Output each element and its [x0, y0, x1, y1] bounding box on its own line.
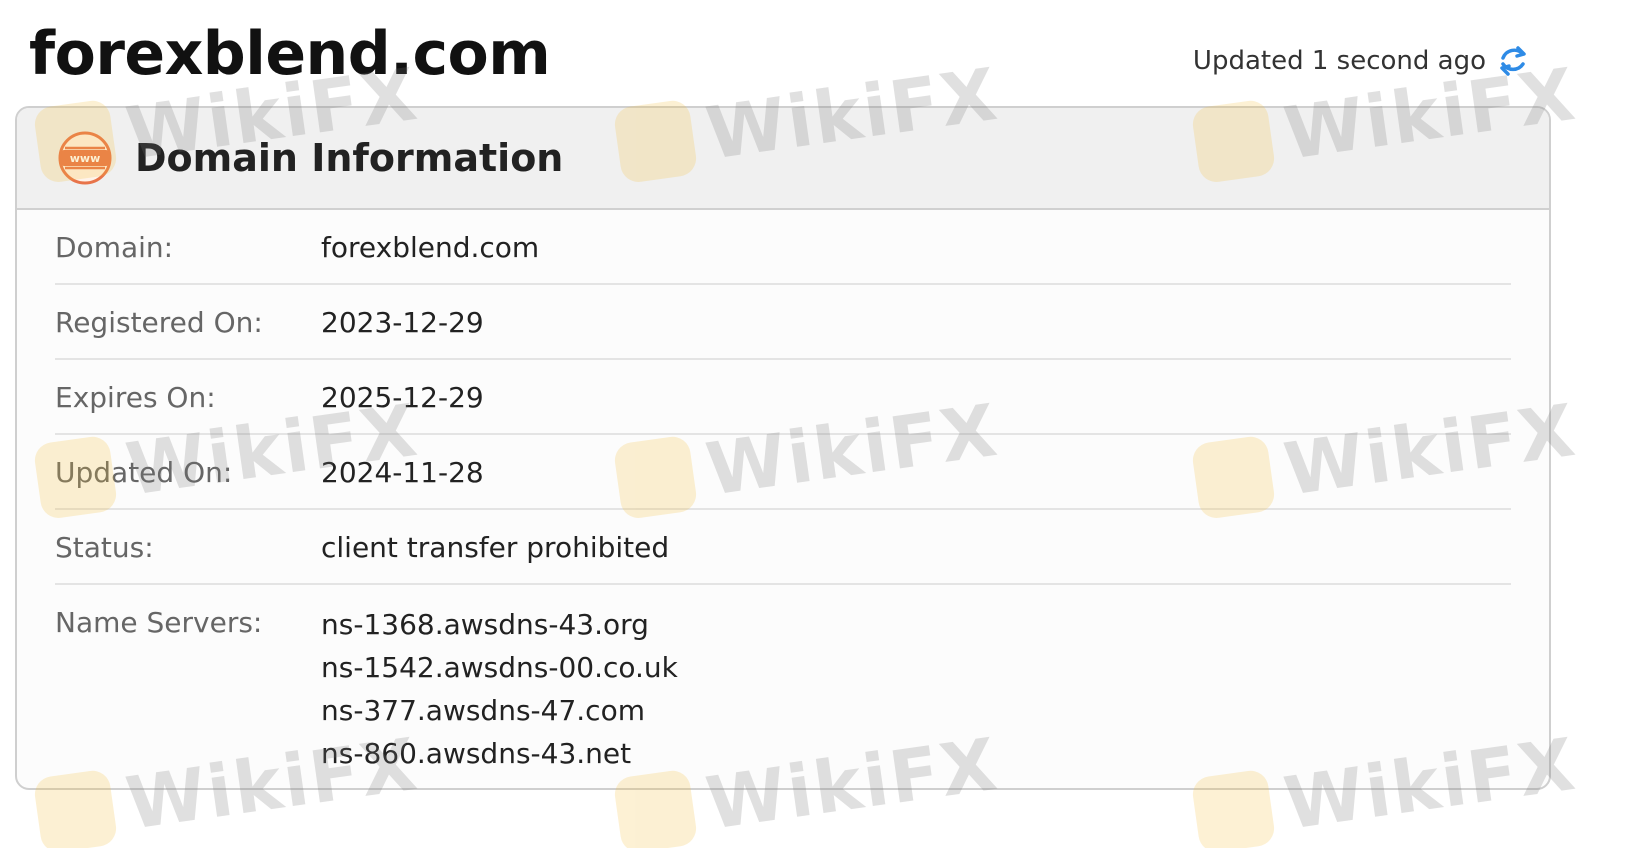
row-label: Domain:	[55, 231, 174, 264]
row-domain: Domain: forexblend.com	[55, 210, 1511, 285]
row-value: 2023-12-29	[321, 306, 484, 339]
row-label: Expires On:	[55, 381, 216, 414]
row-value: 2025-12-29	[321, 381, 484, 414]
updated-text: Updated 1 second ago	[1192, 46, 1486, 76]
row-label: Status:	[55, 531, 154, 564]
name-server-item: ns-860.awsdns-43.net	[321, 737, 632, 770]
svg-text:www: www	[70, 152, 101, 165]
name-server-list: ns-1368.awsdns-43.org ns-1542.awsdns-00.…	[321, 585, 678, 775]
updated-status: Updated 1 second ago	[1193, 44, 1530, 78]
page-title: forexblend.com	[29, 19, 551, 89]
page: forexblend.com Updated 1 second ago www …	[0, 0, 1648, 848]
row-value: forexblend.com	[321, 231, 540, 264]
domain-information-panel: www Domain Information Domain: forexblen…	[15, 106, 1551, 790]
domain-info-list: Domain: forexblend.com Registered On: 20…	[17, 210, 1549, 775]
panel-header: www Domain Information	[17, 108, 1549, 210]
name-server-item: ns-1542.awsdns-00.co.uk	[321, 651, 678, 684]
row-registered-on: Registered On: 2023-12-29	[55, 285, 1511, 360]
row-expires-on: Expires On: 2025-12-29	[55, 360, 1511, 435]
row-name-servers: Name Servers: ns-1368.awsdns-43.org ns-1…	[55, 585, 1511, 775]
name-server-item: ns-377.awsdns-47.com	[321, 694, 645, 727]
row-value: 2024-11-28	[321, 456, 484, 489]
row-label: Registered On:	[55, 306, 263, 339]
row-value: client transfer prohibited	[321, 531, 670, 564]
www-globe-icon: www	[58, 131, 112, 185]
refresh-icon[interactable]	[1496, 44, 1530, 78]
row-status: Status: client transfer prohibited	[55, 510, 1511, 585]
panel-title: Domain Information	[135, 136, 564, 180]
row-updated-on: Updated On: 2024-11-28	[55, 435, 1511, 510]
name-server-item: ns-1368.awsdns-43.org	[321, 608, 649, 641]
row-label: Updated On:	[55, 456, 233, 489]
row-label: Name Servers:	[55, 606, 263, 639]
